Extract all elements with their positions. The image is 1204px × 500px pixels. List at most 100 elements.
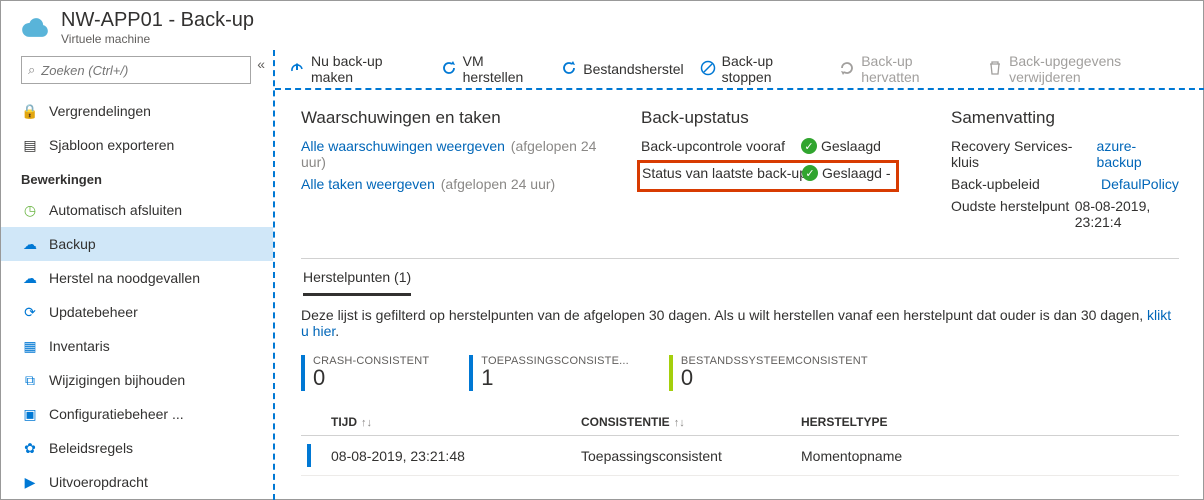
- alerts-heading: Waarschuwingen en taken: [301, 108, 621, 128]
- sidebar-item-label: Sjabloon exporteren: [49, 137, 174, 153]
- runcmd-icon: ▶: [21, 474, 39, 491]
- resource-type: Virtuele machine: [61, 32, 254, 46]
- restore-table-header: TIJD↑↓ CONSISTENTIE↑↓ HERSTELTYPE: [301, 409, 1179, 436]
- collapse-sidebar-icon[interactable]: «: [257, 56, 265, 72]
- sidebar-item-update-mgmt[interactable]: ⟳ Updatebeheer: [1, 295, 273, 329]
- success-icon: ✓: [802, 165, 818, 181]
- sidebar-item-disaster-recovery[interactable]: ☁ Herstel na noodgevallen: [1, 261, 273, 295]
- col-type[interactable]: HERSTELTYPE: [771, 415, 1179, 429]
- summary-heading: Samenvatting: [951, 108, 1179, 128]
- sort-icon: ↑↓: [674, 417, 685, 429]
- sidebar-item-label: Updatebeheer: [49, 304, 138, 320]
- row-accent: [307, 444, 311, 467]
- stat-app-consistent: TOEPASSINGSCONSISTE... 1: [469, 355, 629, 391]
- sidebar-item-label: Herstel na noodgevallen: [49, 270, 200, 286]
- sidebar-item-run-command[interactable]: ▶ Uitvoeropdracht: [1, 465, 273, 499]
- sidebar-item-label: Automatisch afsluiten: [49, 202, 182, 218]
- cell-type: Momentopname: [771, 448, 1179, 464]
- status-heading: Back-upstatus: [641, 108, 931, 128]
- precheck-value: Geslaagd: [821, 138, 881, 154]
- sidebar: « ⌕ 🔒 Vergrendelingen ▤ Sjabloon exporte…: [1, 50, 273, 500]
- sidebar-item-label: Wijzigingen bijhouden: [49, 372, 185, 388]
- filter-hint: Deze lijst is gefilterd op herstelpunten…: [301, 307, 1179, 339]
- lock-icon: 🔒: [21, 103, 39, 120]
- last-backup-value: Geslaagd -: [822, 165, 890, 181]
- main-panel: Nu back-up maken VM herstellen Bestandsh…: [273, 50, 1204, 500]
- cloud-icon: [21, 17, 49, 39]
- success-icon: ✓: [801, 138, 817, 154]
- sidebar-item-change-tracking[interactable]: ⧉ Wijzigingen bijhouden: [1, 363, 273, 397]
- backup-now-button[interactable]: Nu back-up maken: [289, 53, 425, 85]
- template-icon: ▤: [21, 137, 39, 154]
- undo-icon: [441, 60, 457, 79]
- stat-bar: [669, 355, 673, 391]
- alerts-section: Waarschuwingen en taken Alle waarschuwin…: [301, 108, 621, 236]
- stat-crash-consistent: CRASH-CONSISTENT 0: [301, 355, 429, 391]
- sidebar-item-label: Inventaris: [49, 338, 110, 354]
- restore-points-tabs: Herstelpunten (1): [301, 259, 1179, 293]
- sidebar-item-autoshutdown[interactable]: ◷ Automatisch afsluiten: [1, 193, 273, 227]
- page-title: NW-APP01 - Back-up: [61, 9, 254, 32]
- sidebar-item-label: Beleidsregels: [49, 440, 133, 456]
- trash-icon: [987, 60, 1003, 79]
- precheck-label: Back-upcontrole vooraf: [641, 138, 801, 154]
- cloud-icon: ☁: [21, 270, 39, 287]
- file-recovery-button[interactable]: Bestandsherstel: [561, 60, 683, 79]
- delete-backup-data-button: Back-upgegevens verwijderen: [987, 53, 1191, 85]
- stat-fs-consistent: BESTANDSSYSTEEMCONSISTENT 0: [669, 355, 868, 391]
- status-section: Back-upstatus Back-upcontrole vooraf ✓ G…: [641, 108, 931, 236]
- consistency-stats: CRASH-CONSISTENT 0 TOEPASSINGSCONSISTE..…: [301, 355, 1179, 391]
- sidebar-item-backup[interactable]: ☁ Backup: [1, 227, 273, 261]
- table-row[interactable]: 08-08-2019, 23:21:48 Toepassingsconsiste…: [301, 436, 1179, 476]
- page-header: NW-APP01 - Back-up Virtuele machine: [1, 1, 1203, 50]
- cell-consistency: Toepassingsconsistent: [551, 448, 771, 464]
- sidebar-item-label: Uitvoeropdracht: [49, 474, 148, 490]
- sort-icon: ↑↓: [361, 417, 372, 429]
- search-input[interactable]: ⌕: [21, 56, 251, 84]
- last-backup-highlight: Status van laatste back-up ✓ Geslaagd -: [637, 160, 899, 192]
- policy-label: Back-upbeleid: [951, 176, 1101, 192]
- summary-section: Samenvatting Recovery Services-kluis azu…: [951, 108, 1179, 236]
- search-field[interactable]: [41, 63, 244, 78]
- view-jobs-link[interactable]: Alle taken weergeven: [301, 176, 435, 192]
- search-icon: ⌕: [28, 62, 35, 78]
- command-bar: Nu back-up maken VM herstellen Bestandsh…: [275, 50, 1204, 90]
- stop-backup-button[interactable]: Back-up stoppen: [700, 53, 824, 85]
- update-icon: ⟳: [21, 304, 39, 321]
- oldest-label: Oudste herstelpunt: [951, 198, 1075, 230]
- jobs-period: (afgelopen 24 uur): [441, 176, 555, 192]
- policy-icon: ✿: [21, 440, 39, 457]
- sidebar-item-inventory[interactable]: ▦ Inventaris: [1, 329, 273, 363]
- oldest-value: 08-08-2019, 23:21:4: [1075, 198, 1179, 230]
- sidebar-item-locks[interactable]: 🔒 Vergrendelingen: [1, 94, 273, 128]
- undo-icon: [561, 60, 577, 79]
- sidebar-item-config-mgmt[interactable]: ▣ Configuratiebeheer ...: [1, 397, 273, 431]
- cell-time: 08-08-2019, 23:21:48: [301, 448, 551, 464]
- vault-label: Recovery Services-kluis: [951, 138, 1097, 170]
- sidebar-item-label: Configuratiebeheer ...: [49, 406, 184, 422]
- sidebar-item-export-template[interactable]: ▤ Sjabloon exporteren: [1, 128, 273, 162]
- col-consistency[interactable]: CONSISTENTIE↑↓: [551, 415, 771, 429]
- view-alerts-link[interactable]: Alle waarschuwingen weergeven: [301, 138, 505, 154]
- refresh-icon: [839, 60, 855, 79]
- col-time[interactable]: TIJD↑↓: [301, 415, 551, 429]
- tab-restore-points[interactable]: Herstelpunten (1): [303, 269, 411, 296]
- sidebar-item-policies[interactable]: ✿ Beleidsregels: [1, 431, 273, 465]
- sidebar-item-label: Backup: [49, 236, 96, 252]
- policy-link[interactable]: DefaulPolicy: [1101, 176, 1179, 192]
- stat-bar: [469, 355, 473, 391]
- vault-link[interactable]: azure-backup: [1097, 138, 1179, 170]
- resume-backup-button: Back-up hervatten: [839, 53, 971, 85]
- stat-bar: [301, 355, 305, 391]
- sidebar-item-label: Vergrendelingen: [49, 103, 151, 119]
- cloud-icon: ☁: [21, 236, 39, 253]
- stop-icon: [700, 60, 716, 79]
- sidebar-section-operations: Bewerkingen: [21, 172, 273, 187]
- inventory-icon: ▦: [21, 338, 39, 355]
- clock-icon: ◷: [21, 202, 39, 219]
- config-icon: ▣: [21, 406, 39, 423]
- upload-icon: [289, 60, 305, 79]
- restore-vm-button[interactable]: VM herstellen: [441, 53, 546, 85]
- track-icon: ⧉: [21, 372, 39, 389]
- last-backup-label: Status van laatste back-up: [642, 165, 802, 181]
